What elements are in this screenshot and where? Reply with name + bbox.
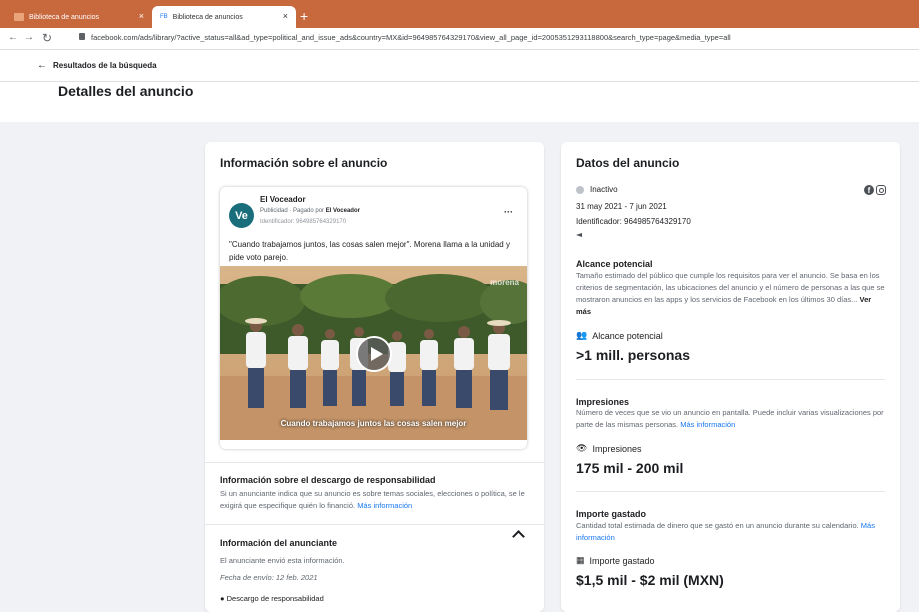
browser-tab-1[interactable]: Biblioteca de anuncios × bbox=[6, 6, 152, 28]
submission-date: Fecha de envío: 12 feb. 2021 bbox=[220, 573, 318, 582]
page-header: Detalles del anuncio bbox=[0, 82, 919, 122]
people-icon: 👥 bbox=[576, 330, 588, 340]
back-arrow-icon[interactable]: ← bbox=[37, 60, 47, 71]
cut-off-item: ● Descargo de responsabilidad bbox=[220, 594, 324, 603]
facebook-icon: f bbox=[864, 185, 874, 195]
ad-data-card: Datos del anuncio Inactivo f 31 may 2021… bbox=[561, 142, 900, 612]
spend-label-text: Importe gastado bbox=[589, 555, 655, 566]
close-tab-icon[interactable]: × bbox=[139, 11, 144, 21]
sponsored-line: Publicidad · Pagado por El Voceador bbox=[260, 208, 360, 214]
ad-identifier: Identificador: 964985764329170 bbox=[576, 217, 691, 226]
run-dates: 31 may 2021 - 7 jun 2021 bbox=[576, 202, 667, 211]
facebook-favicon-icon: FB bbox=[160, 14, 168, 20]
lock-icon bbox=[79, 33, 85, 40]
instagram-icon bbox=[876, 185, 886, 195]
divider bbox=[576, 379, 885, 380]
tab-label: Biblioteca de anuncios bbox=[29, 13, 100, 21]
ad-info-title: Información sobre el anuncio bbox=[220, 156, 388, 170]
forward-arrow-icon[interactable]: → bbox=[24, 32, 34, 43]
divider bbox=[205, 524, 544, 525]
page-title: Detalles del anuncio bbox=[58, 83, 194, 99]
spend-label: ▦ Importe gastado bbox=[576, 555, 655, 566]
play-icon[interactable] bbox=[356, 336, 392, 372]
close-tab-icon[interactable]: × bbox=[283, 11, 288, 21]
browser-tab-2[interactable]: FB Biblioteca de anuncios × bbox=[152, 6, 296, 28]
reach-value: >1 mill. personas bbox=[576, 347, 690, 363]
address-bar: ← → ↻ facebook.com/ads/library/?active_s… bbox=[0, 28, 919, 50]
reach-label-text: Alcance potencial bbox=[592, 330, 663, 341]
more-options-icon[interactable]: ··· bbox=[504, 207, 513, 217]
url-field[interactable]: facebook.com/ads/library/?active_status=… bbox=[91, 33, 731, 42]
ad-id: Identificador: 964985764329170 bbox=[260, 219, 347, 225]
inactive-status-icon bbox=[576, 185, 584, 194]
reload-icon[interactable]: ↻ bbox=[42, 31, 52, 45]
status-badge: Inactivo bbox=[576, 185, 618, 194]
impressions-value: 175 mil - 200 mil bbox=[576, 460, 684, 476]
divider bbox=[576, 491, 885, 492]
impressions-label-text: Impresiones bbox=[592, 443, 642, 454]
megaphone-icon bbox=[576, 232, 584, 238]
advertiser-sent-note: El anunciante envió esta información. bbox=[220, 556, 345, 565]
avatar[interactable]: Ve bbox=[229, 203, 254, 228]
reach-text: Tamaño estimado del público que cumple l… bbox=[576, 271, 885, 304]
divider bbox=[205, 462, 544, 463]
money-icon: ▦ bbox=[576, 555, 585, 565]
video-watermark: morena bbox=[490, 278, 519, 287]
impressions-title: Impresiones bbox=[576, 397, 630, 407]
impressions-description: Número de veces que se vio un anuncio en… bbox=[576, 407, 888, 431]
chevron-up-icon[interactable] bbox=[512, 530, 525, 543]
tab-label: Biblioteca de anuncios bbox=[172, 13, 243, 21]
reach-label: 👥 Alcance potencial bbox=[576, 330, 663, 341]
disclaimer-description: Si un anunciante indica que su anuncio e… bbox=[220, 488, 530, 512]
back-to-results-link[interactable]: Resultados de la búsqueda bbox=[53, 61, 157, 70]
impressions-label: 👁 Impresiones bbox=[576, 443, 641, 454]
ad-preview: Ve El Voceador Publicidad · Pagado por E… bbox=[220, 187, 527, 449]
eye-icon: 👁 bbox=[576, 443, 588, 453]
spend-value: $1,5 mil - $2 mil (MXN) bbox=[576, 572, 724, 588]
cut-off-item-label: Descargo de responsabilidad bbox=[226, 594, 324, 603]
ad-info-card: Información sobre el anuncio Ve El Vocea… bbox=[205, 142, 544, 612]
platforms: f bbox=[864, 185, 886, 195]
person-icon: ● bbox=[220, 594, 225, 603]
spend-description: Cantidad total estimada de dinero que se… bbox=[576, 520, 888, 544]
status-label: Inactivo bbox=[590, 185, 618, 194]
spend-text: Cantidad total estimada de dinero que se… bbox=[576, 521, 859, 530]
sponsored-prefix: Publicidad · Pagado por bbox=[260, 208, 325, 214]
ad-text: "Cuando trabajamos juntos, las cosas sal… bbox=[229, 240, 510, 262]
advertiser-info-title[interactable]: Información del anunciante bbox=[220, 538, 337, 548]
page-name[interactable]: El Voceador bbox=[260, 195, 306, 204]
ad-video[interactable]: morena Cuando trabajamos juntos las cosa… bbox=[220, 266, 527, 440]
ad-data-title: Datos del anuncio bbox=[576, 156, 680, 170]
tab-favicon-icon bbox=[14, 13, 24, 21]
spend-title: Importe gastado bbox=[576, 509, 647, 519]
payer-name: El Voceador bbox=[325, 208, 360, 214]
video-caption: Cuando trabajamos juntos las cosas salen… bbox=[280, 419, 467, 428]
impressions-more-info-link[interactable]: Más información bbox=[680, 420, 735, 429]
disclaimer-more-info-link[interactable]: Más información bbox=[357, 501, 412, 510]
back-arrow-icon[interactable]: ← bbox=[8, 32, 18, 43]
new-tab-button[interactable]: + bbox=[300, 9, 308, 23]
browser-tab-bar: Biblioteca de anuncios × FB Biblioteca d… bbox=[0, 0, 919, 28]
reach-title: Alcance potencial bbox=[576, 259, 653, 269]
reach-description: Tamaño estimado del público que cumple l… bbox=[576, 270, 888, 318]
disclaimer-title: Información sobre el descargo de respons… bbox=[220, 475, 436, 485]
results-nav-bar: ← Resultados de la búsqueda bbox=[0, 50, 919, 82]
